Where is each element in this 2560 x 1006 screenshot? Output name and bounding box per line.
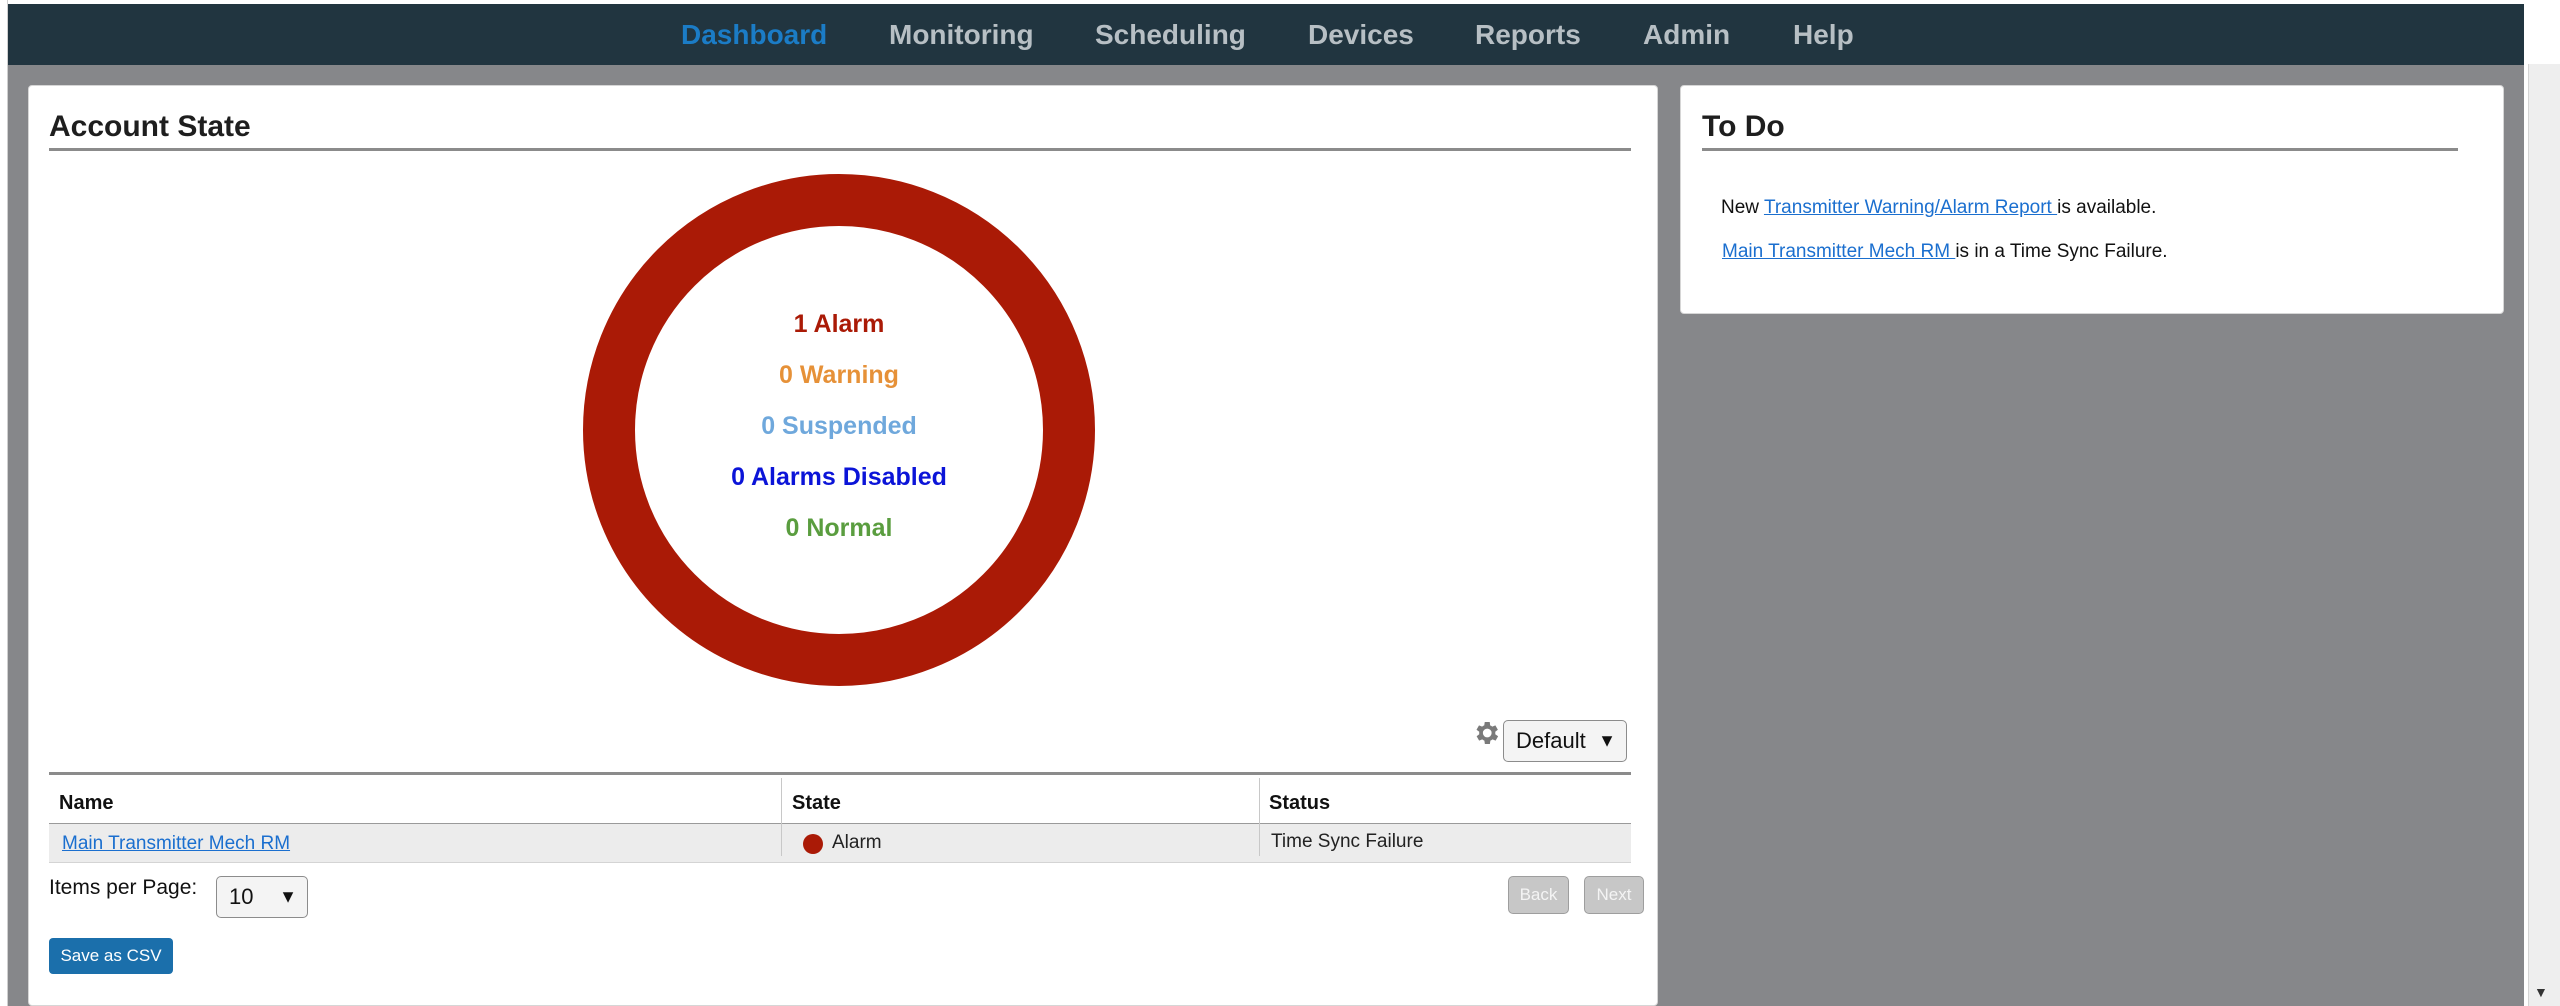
alarm-status-dot-icon xyxy=(803,834,823,854)
account-state-title: Account State xyxy=(49,110,251,143)
column-header-status[interactable]: Status xyxy=(1269,792,1330,815)
items-per-page-value: 10 xyxy=(229,884,254,909)
nav-scheduling[interactable]: Scheduling xyxy=(1095,4,1246,65)
column-header-state[interactable]: State xyxy=(792,792,841,815)
warning-count: 0 Warning xyxy=(779,361,899,389)
todo-item-time-sync: Main Transmitter Mech RM is in a Time Sy… xyxy=(1722,241,2168,263)
app-frame: Dashboard Monitoring Scheduling Devices … xyxy=(8,4,2524,1006)
chevron-down-icon: ▼ xyxy=(1598,730,1616,751)
device-link-main-transmitter[interactable]: Main Transmitter Mech RM xyxy=(1722,241,1955,262)
items-per-page-select[interactable]: 10 ▼ xyxy=(216,876,308,918)
todo-title: To Do xyxy=(1702,110,1785,143)
window-edge xyxy=(0,0,8,1006)
back-button[interactable]: Back xyxy=(1508,876,1569,914)
column-divider xyxy=(1259,778,1260,856)
nav-reports[interactable]: Reports xyxy=(1475,4,1581,65)
todo-item-report: New Transmitter Warning/Alarm Report is … xyxy=(1721,197,2156,219)
view-select-value: Default xyxy=(1516,728,1586,753)
normal-count: 0 Normal xyxy=(785,514,893,542)
table-top-rule xyxy=(49,772,1631,775)
alarm-count: 1 Alarm xyxy=(793,310,885,338)
save-as-csv-button[interactable]: Save as CSV xyxy=(49,938,173,974)
alarms-disabled-count: 0 Alarms Disabled xyxy=(731,463,947,491)
nav-admin[interactable]: Admin xyxy=(1643,4,1730,65)
title-divider xyxy=(1702,148,2458,151)
todo-item-suffix: is available. xyxy=(2057,197,2157,218)
gear-icon[interactable] xyxy=(1471,718,1501,748)
account-state-panel: Account State 1 Alarm 0 Warning 0 Suspen… xyxy=(28,85,1658,1006)
scroll-down-arrow-icon[interactable]: ▼ xyxy=(2534,984,2548,1000)
column-header-name[interactable]: Name xyxy=(59,792,113,815)
row-status: Time Sync Failure xyxy=(1271,831,1424,852)
suspended-count: 0 Suspended xyxy=(761,412,917,440)
todo-panel: To Do New Transmitter Warning/Alarm Repo… xyxy=(1680,85,2504,314)
column-divider xyxy=(781,778,782,856)
transmitter-report-link[interactable]: Transmitter Warning/Alarm Report xyxy=(1764,197,2057,218)
row-state: Alarm xyxy=(832,832,882,853)
todo-item-suffix: is in a Time Sync Failure. xyxy=(1955,241,2168,262)
page-scrollbar[interactable] xyxy=(2528,64,2560,1006)
chevron-down-icon: ▼ xyxy=(279,886,297,907)
nav-help[interactable]: Help xyxy=(1793,4,1854,65)
nav-monitoring[interactable]: Monitoring xyxy=(889,4,1034,65)
nav-dashboard[interactable]: Dashboard xyxy=(681,4,827,65)
items-per-page-label: Items per Page: xyxy=(49,876,198,899)
todo-item-prefix: New xyxy=(1721,197,1764,218)
view-select[interactable]: Default ▼ xyxy=(1503,720,1627,762)
device-link-main-transmitter[interactable]: Main Transmitter Mech RM xyxy=(62,833,290,855)
next-button[interactable]: Next xyxy=(1584,876,1644,914)
nav-devices[interactable]: Devices xyxy=(1308,4,1414,65)
top-navigation: Dashboard Monitoring Scheduling Devices … xyxy=(8,4,2524,65)
title-divider xyxy=(49,148,1631,151)
